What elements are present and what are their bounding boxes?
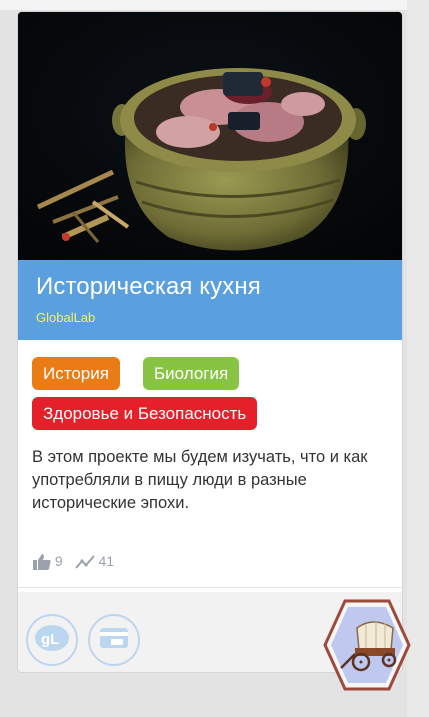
project-stats: 9 41 <box>33 552 122 570</box>
likes-stat: 9 <box>33 553 63 570</box>
organization-label[interactable]: GlobalLab <box>36 310 95 325</box>
thumbs-up-icon <box>33 553 55 570</box>
title-banner: Историческая кухня GlobalLab <box>18 260 402 340</box>
views-count: 41 <box>98 552 115 569</box>
top-strip <box>0 0 429 10</box>
tag-health-safety[interactable]: Здоровье и Безопасность <box>32 397 258 430</box>
divider <box>18 587 402 588</box>
globallab-logo-icon: gL <box>33 623 71 658</box>
svg-text:gL: gL <box>41 631 59 648</box>
payment-button[interactable] <box>88 614 140 666</box>
achievement-badge[interactable] <box>323 598 411 692</box>
project-title[interactable]: Историческая кухня <box>36 273 261 301</box>
tag-history[interactable]: История <box>32 357 120 390</box>
trend-icon <box>74 553 99 569</box>
project-description: В этом проекте мы будем изучать, что и к… <box>32 448 368 512</box>
likes-count: 9 <box>54 552 63 569</box>
globallab-button[interactable]: gL <box>26 614 78 666</box>
project-card[interactable]: Историческая кухня GlobalLab История Био… <box>18 12 402 672</box>
views-stat: 41 <box>74 552 115 570</box>
tag-biology[interactable]: Биология <box>143 357 240 390</box>
project-cover-image[interactable] <box>18 12 402 260</box>
payment-card-icon <box>99 627 129 654</box>
